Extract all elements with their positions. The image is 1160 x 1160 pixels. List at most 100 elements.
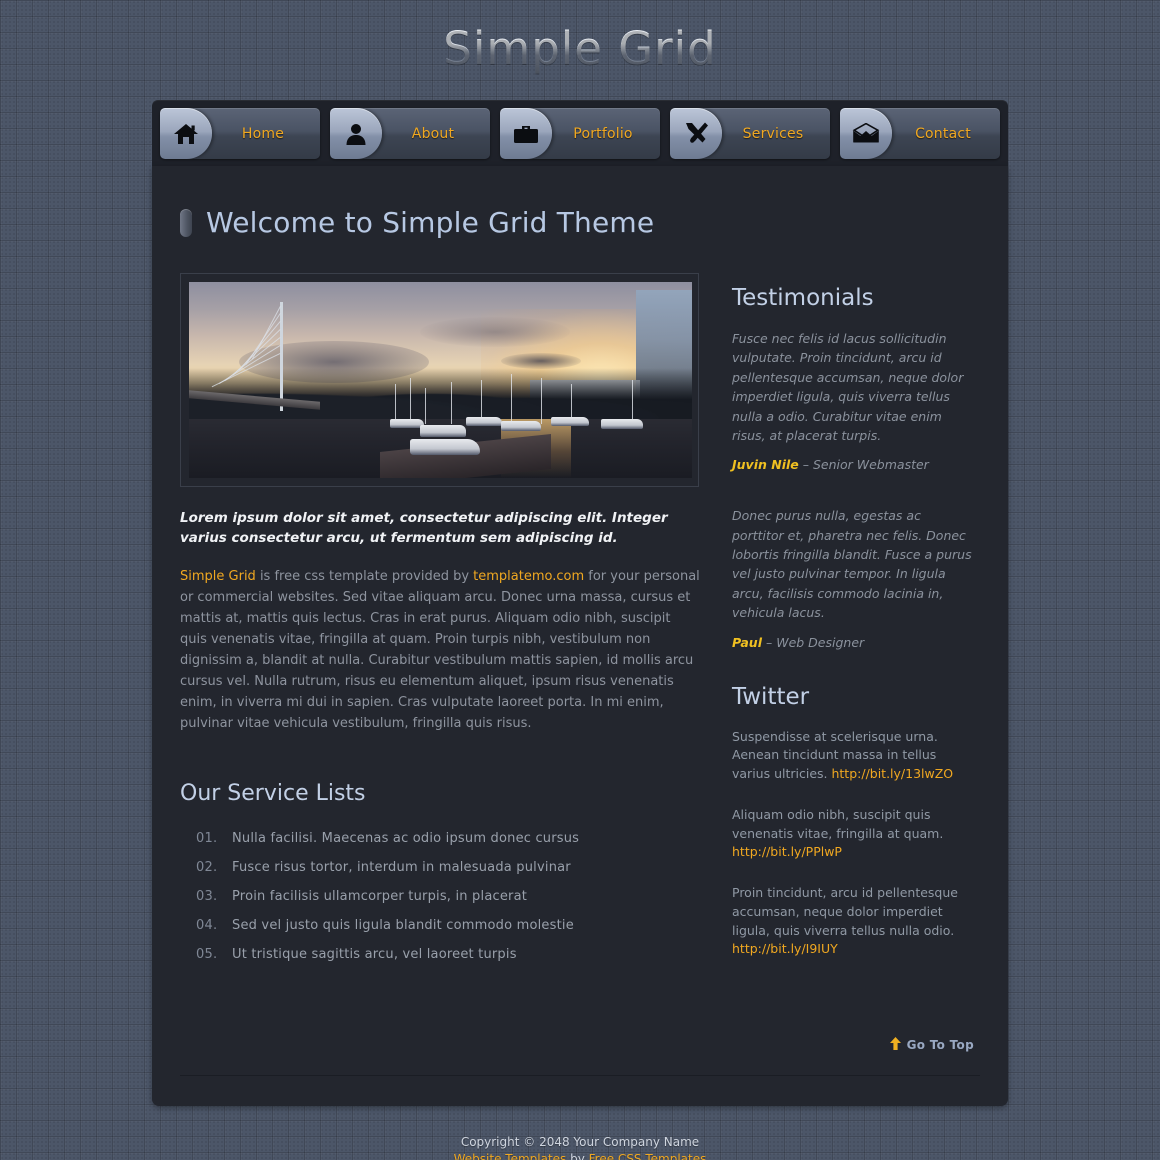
feature-image [189,282,692,478]
service-text: Proin facilisis ullamcorper turpis, in p… [232,888,528,904]
go-to-top-row: Go To Top [180,1037,980,1053]
nav-label-services: Services [742,125,804,142]
bridge-pylon [279,301,283,412]
page-wrapper: Home About Portfolio Services Contact We… [152,100,1008,1106]
list-item: 02. Fusce risus tortor, interdum in male… [180,853,700,882]
nav-label-contact: Contact [915,125,971,142]
services-list: 01. Nulla facilisi. Maecenas ac odio ips… [180,824,700,969]
author-name: Paul [732,634,762,650]
service-text: Fusce risus tortor, interdum in malesuad… [232,859,571,875]
nav-label-home: Home [241,125,285,142]
heading-bullet-icon [180,208,192,237]
page-title: Welcome to Simple Grid Theme [206,206,655,239]
envelope-icon [840,108,892,159]
tweet-text: Aliquam odio nibh, suscipit quis venenat… [732,806,944,841]
testimonial-author: Paul – Web Designer [732,635,972,650]
paragraph-part1: is free css template provided by [255,569,474,585]
service-number: 01. [196,830,218,846]
home-icon [160,108,212,159]
author-role: Web Designer [776,634,865,650]
list-item: 04. Sed vel justo quis ligula blandit co… [180,911,700,940]
testimonial-quote: Donec purus nulla, egestas ac porttitor … [732,508,972,621]
boat [500,421,541,432]
boat-mast [541,378,543,425]
lead-text: Lorem ipsum dolor sit amet, consectetur … [180,510,668,546]
services-heading: Our Service Lists [180,780,366,806]
list-item: 03. Proin facilisis ullamcorper turpis, … [180,882,700,911]
main-column: Lorem ipsum dolor sit amet, consectetur … [180,273,700,981]
boat [420,425,467,438]
boat-mast [631,380,633,424]
testimonial-quote: Fusce nec felis id lacus sollicitudin vu… [732,331,964,443]
nav-label-about: About [411,125,455,142]
tweet-text: Proin tincidunt, arcu id pellentesque ac… [732,885,958,938]
boat [390,419,425,429]
site-title: Simple Grid [443,22,716,79]
service-number: 03. [196,888,218,904]
author-name: Juvin Nile [732,457,799,473]
boat-mast [425,387,427,424]
service-number: 04. [196,917,218,933]
boat-mast [395,383,397,422]
person-icon [330,108,382,159]
boat-mast [510,374,512,425]
briefcase-icon [500,108,552,159]
site-footer: Copyright © 2048 Your Company Name Websi… [0,1106,1160,1160]
body-paragraph: Simple Grid is free css template provide… [180,566,700,734]
testimonial-author: Juvin Nile – Senior Webmaster [732,457,972,472]
nav-label-portfolio: Portfolio [573,125,633,142]
list-item: 05. Ut tristique sagittis arcu, vel laor… [180,940,700,969]
footer-by-text: by [566,1151,589,1160]
feature-image-frame [180,273,699,487]
brand-name: Simple Grid [180,569,256,585]
boat [601,419,644,430]
author-dash: – [802,457,809,473]
tweet-link[interactable]: http://bit.ly/I9IUY [732,941,838,956]
boat [551,417,590,427]
main-navigation: Home About Portfolio Services Contact [152,100,1008,166]
tweet: Suspendisse at scelerisque urna. Aenean … [732,728,972,784]
author-role: Senior Webmaster [812,457,929,473]
service-number: 02. [196,859,218,875]
go-to-top-label: Go To Top [906,1038,974,1052]
free-css-templates-link[interactable]: Free CSS Templates [589,1152,707,1160]
copyright-text: Copyright © 2048 Your Company Name [460,1135,700,1149]
author-dash: – [765,634,773,650]
content-columns: Lorem ipsum dolor sit amet, consectetur … [180,273,980,981]
twitter-section: Twitter Suspendisse at scelerisque urna.… [732,684,972,960]
tweet-link[interactable]: http://bit.ly/PPlwP [732,844,842,859]
treeline [189,368,692,420]
website-templates-link[interactable]: Website Templates [454,1152,567,1160]
boat-mast [450,381,452,424]
nav-item-contact[interactable]: Contact [840,108,1000,159]
tweet: Proin tincidunt, arcu id pellentesque ac… [732,884,972,959]
content-box: Welcome to Simple Grid Theme Lorem ipsum… [152,166,1008,1106]
service-text: Ut tristique sagittis arcu, vel laoreet … [232,946,517,962]
footer-credits: Website Templates by Free CSS Templates [0,1151,1160,1160]
nav-item-home[interactable]: Home [160,108,320,159]
service-text: Sed vel justo quis ligula blandit commod… [232,917,574,933]
tweet-link[interactable]: http://bit.ly/13lwZO [831,766,953,781]
paragraph-part2: for your personal or commercial websites… [180,569,700,732]
site-header: Simple Grid [0,0,1160,100]
tools-icon [670,108,722,159]
arrow-up-icon [889,1037,901,1053]
boat-mast [410,378,412,423]
service-text: Nulla facilisi. Maecenas ac odio ipsum d… [232,830,580,846]
cloud [500,352,581,369]
nav-item-services[interactable]: Services [670,108,830,159]
boat [465,417,502,427]
testimonials-heading: Testimonials [732,285,874,311]
list-item: 01. Nulla facilisi. Maecenas ac odio ips… [180,824,700,853]
page-heading-row: Welcome to Simple Grid Theme [180,206,980,239]
sidebar: Testimonials Fusce nec felis id lacus so… [732,273,972,981]
content-divider [180,1075,980,1076]
boat [410,438,481,455]
go-to-top-link[interactable]: Go To Top [889,1037,974,1053]
nav-item-about[interactable]: About [330,108,490,159]
tweet: Aliquam odio nibh, suscipit quis venenat… [732,806,972,862]
service-number: 05. [196,946,218,962]
twitter-heading: Twitter [732,683,810,710]
nav-item-portfolio[interactable]: Portfolio [500,108,660,159]
provider-link[interactable]: templatemo.com [473,569,584,584]
